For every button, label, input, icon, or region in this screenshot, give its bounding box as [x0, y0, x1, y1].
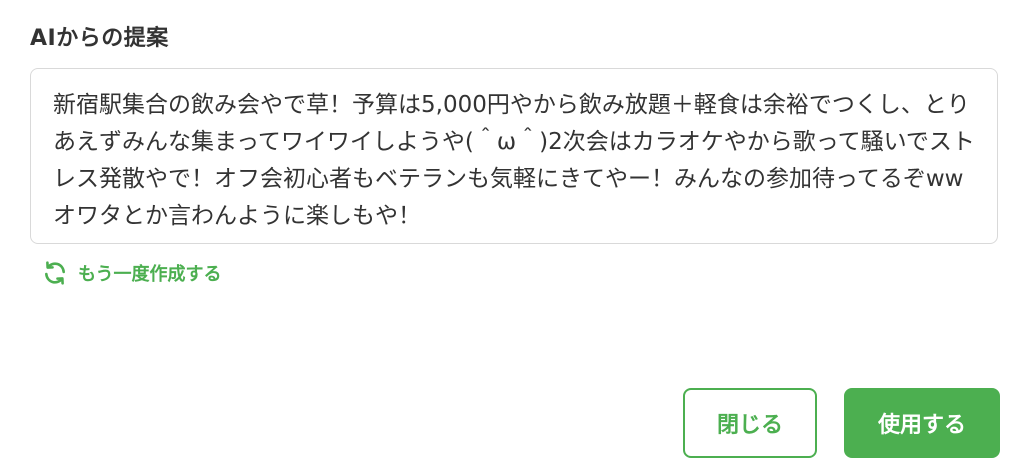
regenerate-button[interactable]: もう一度作成する: [42, 260, 221, 286]
use-button[interactable]: 使用する: [844, 388, 1000, 458]
refresh-icon: [42, 260, 68, 286]
suggestion-text-area[interactable]: 新宿駅集合の飲み会やで草！予算は5,000円やから飲み放題＋軽食は余裕でつくし、…: [30, 68, 998, 244]
dialog-title: AIからの提案: [30, 26, 169, 51]
regenerate-label: もう一度作成する: [78, 264, 222, 285]
close-button[interactable]: 閉じる: [683, 388, 817, 458]
